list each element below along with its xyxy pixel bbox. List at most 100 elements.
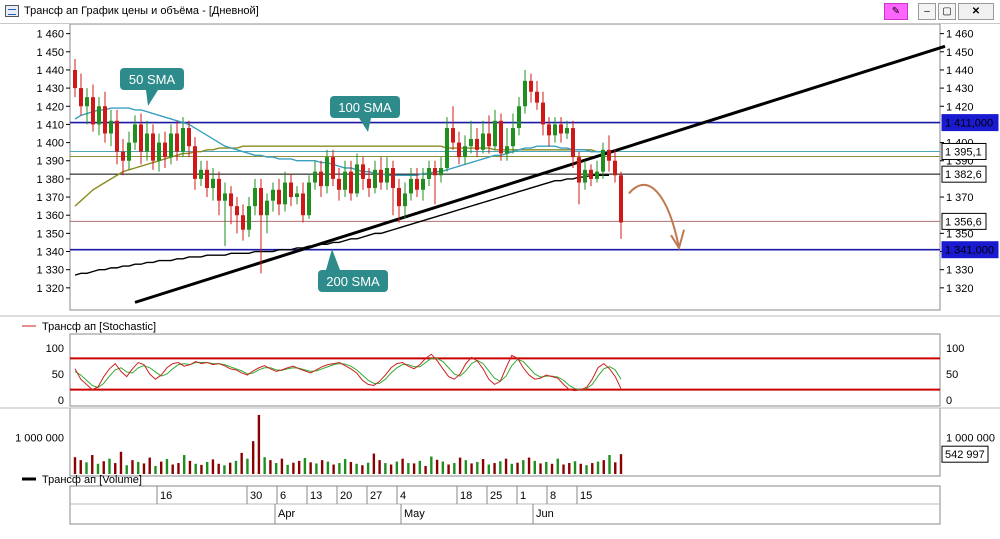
volume-bar — [160, 461, 163, 474]
y-tick-label: 1 340 — [36, 247, 64, 259]
chart-window: 1 460 1 450 1 440 1 430 1 420 1 410 1 400 1 390… — [0, 24, 1000, 539]
candle-body — [487, 133, 491, 147]
volume-bar — [401, 458, 404, 474]
candle-body — [565, 128, 569, 134]
candle-body — [325, 157, 329, 187]
volume-bar — [418, 460, 422, 474]
candle-body — [607, 149, 611, 161]
volume-bar — [177, 463, 180, 474]
volume-bar — [114, 463, 117, 474]
volume-bar — [430, 456, 433, 474]
volume-bar — [309, 462, 312, 474]
month-label: Apr — [278, 508, 295, 520]
volume-bar — [372, 453, 376, 474]
candle-body — [145, 133, 149, 152]
stoch-y-tick: 50 — [52, 369, 64, 381]
y-tick-label: 1 450 — [36, 47, 64, 59]
candle-body — [331, 157, 335, 179]
candle-body — [229, 193, 233, 207]
price-level-label: 1 356,6 — [945, 216, 982, 228]
volume-bar — [504, 458, 508, 474]
y-tick-label-right: 1 460 — [946, 29, 974, 41]
price-level-label: 1 382,6 — [945, 169, 982, 181]
volume-bar — [194, 463, 197, 474]
volume-bar — [286, 464, 289, 474]
volume-bar — [533, 460, 536, 474]
window-titlebar[interactable]: Трансф ап График цены и объёма - [Дневно… — [0, 0, 1000, 24]
volume-bar — [292, 462, 295, 474]
y-tick-label: 1 410 — [36, 119, 64, 131]
pin-icon[interactable]: ✎ — [884, 3, 908, 20]
volume-bar — [108, 458, 111, 474]
candle-body — [343, 171, 347, 190]
volume-bar — [217, 463, 220, 474]
volume-bar — [246, 458, 249, 474]
candle-body — [481, 133, 485, 150]
candle-body — [313, 171, 317, 183]
candle-body — [463, 146, 467, 158]
volume-bar — [280, 458, 284, 474]
y-tick-label-right: 1 440 — [946, 65, 974, 77]
candle-body — [235, 206, 239, 216]
volume-bar — [556, 458, 559, 474]
y-tick-label-right: 1 350 — [946, 228, 974, 240]
volume-bar — [407, 463, 410, 474]
candle-body — [109, 120, 113, 134]
month-label: Jun — [536, 508, 554, 520]
candle-body — [139, 124, 143, 152]
candle-body — [211, 178, 215, 188]
candle-body — [271, 189, 275, 201]
x-tick-label: 30 — [250, 490, 262, 502]
y-tick-label: 1 430 — [36, 83, 64, 95]
chart-canvas[interactable]: 1 4601 4501 4401 4301 4201 4101 4001 390… — [0, 24, 1000, 539]
volume-bar — [257, 414, 261, 474]
candle-body — [577, 157, 581, 183]
candle-body — [205, 169, 209, 188]
y-tick-label-right: 1 320 — [946, 283, 974, 295]
candle-body — [583, 169, 587, 183]
volume-bar — [326, 461, 330, 474]
candle-body — [307, 182, 311, 216]
volume-bar — [510, 463, 513, 474]
candle-body — [367, 178, 371, 188]
volume-bar — [148, 457, 151, 474]
candle-body — [223, 193, 227, 201]
minimize-button[interactable]: – — [918, 3, 936, 20]
volume-y-tick: 1 000 000 — [15, 433, 64, 445]
volume-bar — [470, 463, 473, 474]
maximize-button[interactable]: ▢ — [938, 3, 956, 20]
volume-bar — [493, 463, 496, 474]
volume-bar — [251, 441, 255, 474]
volume-bar — [596, 461, 600, 474]
candle-body — [379, 169, 383, 183]
candle-body — [391, 168, 395, 188]
candle-body — [361, 164, 365, 179]
candle-body — [181, 128, 185, 152]
candle-body — [79, 88, 83, 107]
volume-bar — [389, 464, 393, 474]
candle-body — [73, 69, 77, 89]
volume-bar — [545, 461, 548, 474]
x-tick-label: 18 — [460, 490, 472, 502]
close-button[interactable]: ✕ — [958, 3, 994, 20]
volume-bar — [269, 460, 272, 474]
candle-body — [415, 178, 419, 190]
candle-body — [121, 151, 125, 161]
candle-body — [163, 142, 167, 158]
stoch-y-tick: 100 — [46, 343, 64, 355]
x-tick-label: 20 — [340, 490, 352, 502]
candle-body — [421, 178, 425, 190]
volume-bar — [614, 462, 617, 474]
candle-body — [289, 182, 293, 198]
candle-body — [571, 128, 575, 158]
volume-bar — [125, 465, 128, 474]
date-axis — [69, 485, 941, 525]
y-tick-label: 1 420 — [36, 101, 64, 113]
volume-bar — [343, 459, 347, 474]
volume-bar — [274, 463, 278, 474]
y-tick-label: 1 390 — [36, 156, 64, 168]
volume-bar — [349, 461, 353, 474]
volume-bar — [562, 464, 565, 474]
candle-body — [241, 215, 245, 230]
volume-bar — [79, 460, 82, 474]
